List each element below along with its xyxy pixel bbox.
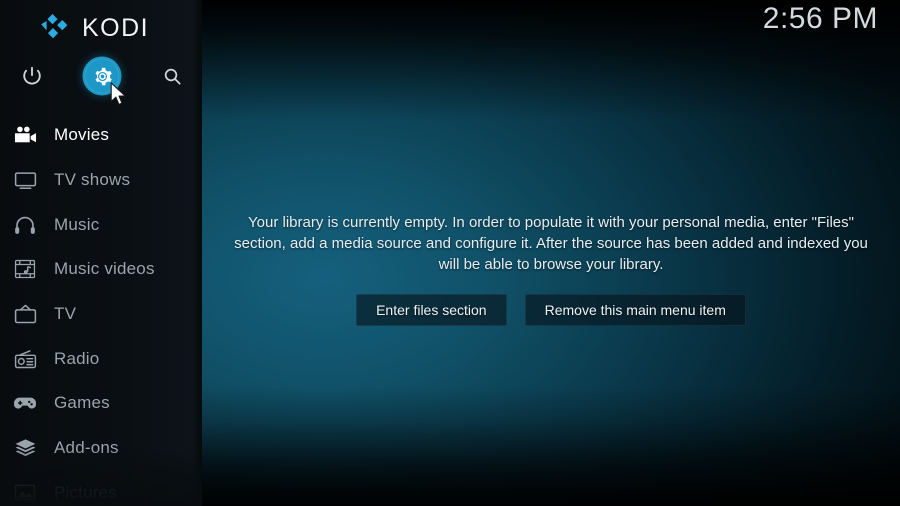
gamepad-icon xyxy=(10,390,40,416)
sidebar-item-pictures[interactable]: Pictures xyxy=(0,471,202,506)
kodi-logo-icon xyxy=(41,14,68,39)
search-icon xyxy=(164,68,181,85)
sidebar-item-label: Movies xyxy=(54,125,110,145)
sidebar-item-label: TV shows xyxy=(54,170,131,190)
addons-box-icon xyxy=(10,435,40,461)
music-video-icon xyxy=(10,256,40,282)
sidebar-item-music[interactable]: Music xyxy=(0,202,202,247)
sidebar: KODI Movies TV shows Music Music videos … xyxy=(0,0,202,506)
sidebar-item-label: TV xyxy=(54,304,77,324)
main-menu: Movies TV shows Music Music videos TV Ra… xyxy=(0,113,202,506)
app-logo: KODI xyxy=(0,10,202,46)
remove-main-menu-item-button[interactable]: Remove this main menu item xyxy=(524,294,746,326)
sidebar-item-tv-shows[interactable]: TV shows xyxy=(0,158,202,203)
radio-icon xyxy=(10,346,40,372)
sidebar-item-music-videos[interactable]: Music videos xyxy=(0,247,202,292)
empty-library-actions: Enter files section Remove this main men… xyxy=(223,294,879,326)
sidebar-item-games[interactable]: Games xyxy=(0,381,202,426)
pictures-icon xyxy=(10,480,40,506)
settings-button[interactable] xyxy=(80,54,124,98)
sidebar-item-movies[interactable]: Movies xyxy=(0,113,202,158)
power-button[interactable] xyxy=(10,54,54,98)
sidebar-item-label: Music videos xyxy=(54,259,155,279)
sidebar-item-tv[interactable]: TV xyxy=(0,292,202,337)
enter-files-section-button[interactable]: Enter files section xyxy=(356,294,507,326)
gear-icon xyxy=(95,67,112,85)
empty-library-message: Your library is currently empty. In orde… xyxy=(234,214,868,273)
search-button[interactable] xyxy=(150,54,194,98)
sidebar-item-add-ons[interactable]: Add-ons xyxy=(0,426,202,471)
movie-camera-icon xyxy=(10,122,40,148)
sidebar-item-label: Music xyxy=(54,214,100,234)
kodi-home-screen: 2:56 PM KODI Movies TV shows Music Music… xyxy=(0,0,900,506)
power-icon xyxy=(23,66,41,85)
headphones-icon xyxy=(10,212,40,238)
sidebar-item-radio[interactable]: Radio xyxy=(0,336,202,381)
app-logo-text: KODI xyxy=(82,13,150,42)
top-icon-bar xyxy=(0,54,202,98)
empty-library-panel: Your library is currently empty. In orde… xyxy=(202,0,900,506)
television-icon xyxy=(10,167,40,193)
sidebar-item-label: Radio xyxy=(54,348,100,368)
sidebar-item-label: Pictures xyxy=(54,482,118,502)
sidebar-item-label: Add-ons xyxy=(54,438,119,458)
retro-tv-icon xyxy=(10,301,40,327)
sidebar-item-label: Games xyxy=(54,393,110,413)
